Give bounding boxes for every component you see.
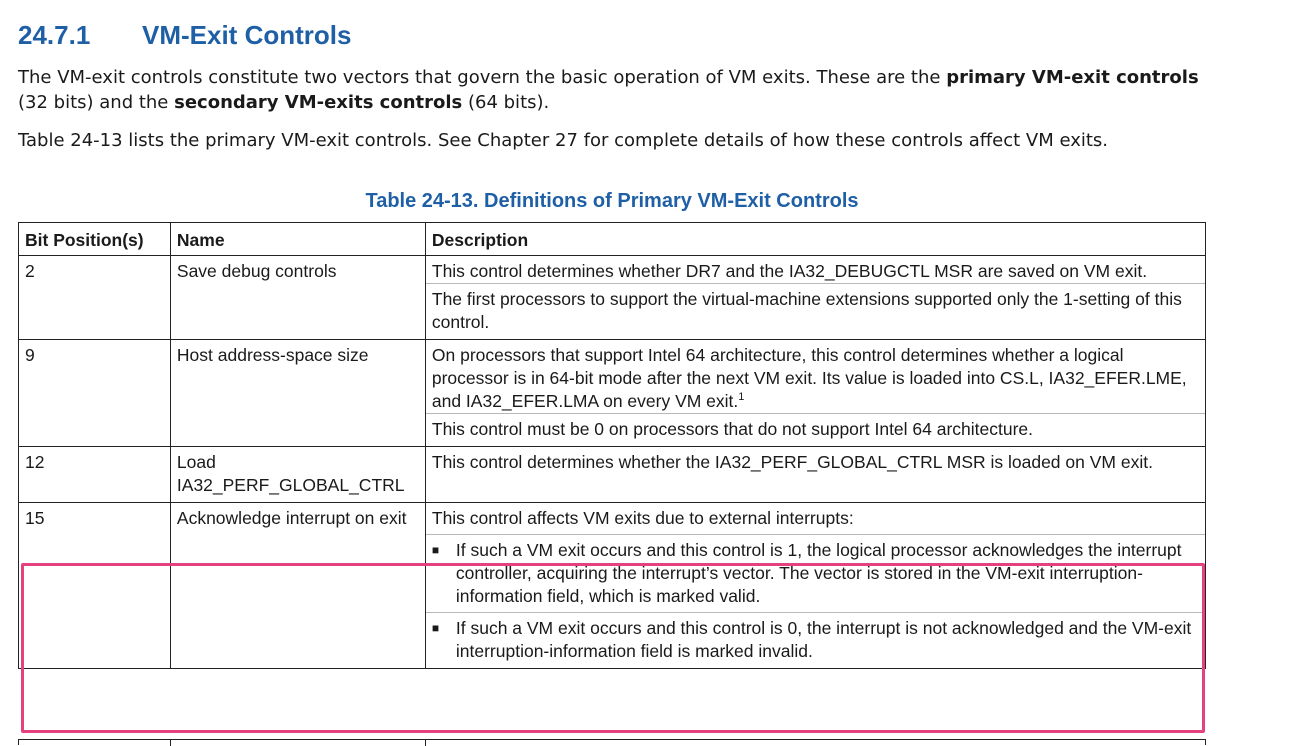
cell-bit: 12 — [18, 446, 171, 503]
bullet-item: ■ If such a VM exit occurs and this cont… — [432, 617, 1199, 663]
header-description: Description — [424, 222, 1207, 256]
cell-name: Host address-space size — [169, 339, 426, 447]
section-number: 24.7.1 — [18, 20, 91, 50]
header-name: Name — [169, 222, 426, 256]
table-row: 12 Load IA32_PERF_GLOBAL_CTRL This contr… — [18, 446, 1207, 503]
table-row: 9 Host address-space size On processors … — [18, 339, 1207, 447]
cell-name: Acknowledge interrupt on exit — [169, 502, 426, 669]
cell-name: Save debug controls — [169, 255, 426, 340]
bullet-text: If such a VM exit occurs and this contro… — [455, 540, 1182, 606]
table-header-row: Bit Position(s) Name Description — [18, 222, 1207, 256]
header-bit-position: Bit Position(s) — [18, 222, 171, 256]
bullet-item: ■ If such a VM exit occurs and this cont… — [432, 539, 1199, 608]
row-divider — [425, 534, 1205, 535]
bullet-text: If such a VM exit occurs and this contro… — [455, 618, 1192, 661]
bullet-square-icon: ■ — [431, 543, 440, 557]
description-paragraph: On processors that support Intel 64 arch… — [432, 344, 1199, 413]
table-row: 2 Save debug controls This control deter… — [18, 255, 1207, 340]
intro-text-c: (32 bits) and the — [18, 92, 175, 113]
cell-description: This control affects VM exits due to ext… — [424, 502, 1207, 669]
cell-description: This control determines whether the IA32… — [424, 446, 1207, 503]
description-paragraph: The first processors to support the virt… — [425, 283, 1205, 334]
section-heading: 24.7.1 VM-Exit Controls — [18, 20, 351, 51]
cell-description: This control determines whether DR7 and … — [424, 255, 1207, 340]
table-caption: Table 24-13. Definitions of Primary VM-E… — [365, 190, 859, 212]
table-row-highlighted: 15 Acknowledge interrupt on exit This co… — [18, 502, 1207, 669]
intro-paragraph-1: The VM-exit controls constitute two vect… — [18, 65, 1208, 115]
cell-bit: 2 — [18, 255, 171, 340]
cell-description: On processors that support Intel 64 arch… — [424, 339, 1207, 447]
row-divider — [425, 612, 1205, 613]
description-paragraph: This control determines whether DR7 and … — [431, 261, 1148, 281]
description-intro: This control affects VM exits due to ext… — [431, 508, 854, 528]
description-text: On processors that support Intel 64 arch… — [431, 345, 1187, 411]
intro-text-d: (64 bits). — [462, 92, 550, 113]
section-title: VM-Exit Controls — [142, 20, 352, 50]
description-paragraph: This control must be 0 on processors tha… — [425, 413, 1205, 441]
intro-bold-secondary: secondary VM-exits controls — [174, 92, 463, 113]
column-divider — [425, 740, 426, 746]
next-row-partial — [18, 739, 1206, 746]
cell-bit: 9 — [18, 339, 171, 447]
bullet-square-icon: ■ — [431, 621, 440, 635]
column-divider — [170, 740, 171, 746]
intro-bold-primary: primary VM-exit controls — [946, 67, 1199, 88]
intro-paragraph-2: Table 24-13 lists the primary VM-exit co… — [18, 130, 1109, 151]
vm-exit-controls-table: Bit Position(s) Name Description 2 Save … — [18, 222, 1207, 669]
cell-name: Load IA32_PERF_GLOBAL_CTRL — [169, 446, 426, 503]
description-paragraph: This control determines whether the IA32… — [431, 452, 1153, 472]
intro-text-a: The VM-exit controls constitute two vect… — [18, 67, 947, 88]
footnote-marker[interactable]: 1 — [738, 391, 744, 403]
cell-bit: 15 — [18, 502, 171, 669]
